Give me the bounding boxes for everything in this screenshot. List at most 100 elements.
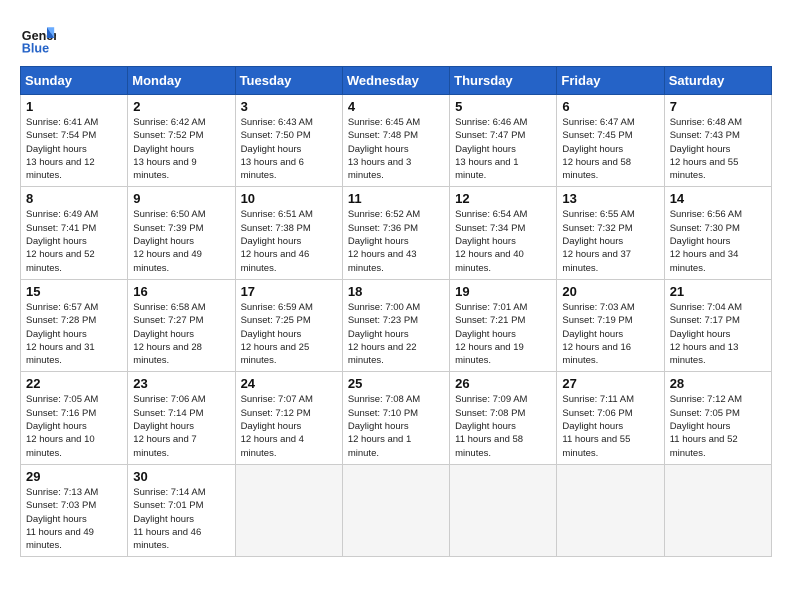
day-number: 25: [348, 376, 444, 391]
day-info: Sunrise: 6:58 AM Sunset: 7:27 PM Dayligh…: [133, 301, 229, 367]
day-info: Sunrise: 6:50 AM Sunset: 7:39 PM Dayligh…: [133, 208, 229, 274]
day-number: 12: [455, 191, 551, 206]
day-number: 18: [348, 284, 444, 299]
day-cell: 3 Sunrise: 6:43 AM Sunset: 7:50 PM Dayli…: [235, 95, 342, 187]
logo-icon: General Blue: [20, 20, 56, 56]
day-cell: 10 Sunrise: 6:51 AM Sunset: 7:38 PM Dayl…: [235, 187, 342, 279]
day-cell: 9 Sunrise: 6:50 AM Sunset: 7:39 PM Dayli…: [128, 187, 235, 279]
day-cell: 14 Sunrise: 6:56 AM Sunset: 7:30 PM Dayl…: [664, 187, 771, 279]
day-info: Sunrise: 7:09 AM Sunset: 7:08 PM Dayligh…: [455, 393, 551, 459]
day-info: Sunrise: 6:55 AM Sunset: 7:32 PM Dayligh…: [562, 208, 658, 274]
day-info: Sunrise: 7:06 AM Sunset: 7:14 PM Dayligh…: [133, 393, 229, 459]
day-cell: 27 Sunrise: 7:11 AM Sunset: 7:06 PM Dayl…: [557, 372, 664, 464]
day-number: 4: [348, 99, 444, 114]
day-number: 20: [562, 284, 658, 299]
day-cell: 8 Sunrise: 6:49 AM Sunset: 7:41 PM Dayli…: [21, 187, 128, 279]
day-info: Sunrise: 6:49 AM Sunset: 7:41 PM Dayligh…: [26, 208, 122, 274]
day-number: 1: [26, 99, 122, 114]
day-info: Sunrise: 6:46 AM Sunset: 7:47 PM Dayligh…: [455, 116, 551, 182]
day-number: 21: [670, 284, 766, 299]
day-number: 19: [455, 284, 551, 299]
day-cell: 25 Sunrise: 7:08 AM Sunset: 7:10 PM Dayl…: [342, 372, 449, 464]
calendar-week-row: 22 Sunrise: 7:05 AM Sunset: 7:16 PM Dayl…: [21, 372, 772, 464]
day-info: Sunrise: 6:52 AM Sunset: 7:36 PM Dayligh…: [348, 208, 444, 274]
day-number: 22: [26, 376, 122, 391]
day-number: 3: [241, 99, 337, 114]
calendar-week-row: 29 Sunrise: 7:13 AM Sunset: 7:03 PM Dayl…: [21, 464, 772, 556]
header-day-sunday: Sunday: [21, 67, 128, 95]
day-number: 24: [241, 376, 337, 391]
day-number: 30: [133, 469, 229, 484]
day-cell: 30 Sunrise: 7:14 AM Sunset: 7:01 PM Dayl…: [128, 464, 235, 556]
day-number: 14: [670, 191, 766, 206]
day-info: Sunrise: 7:01 AM Sunset: 7:21 PM Dayligh…: [455, 301, 551, 367]
calendar-week-row: 15 Sunrise: 6:57 AM Sunset: 7:28 PM Dayl…: [21, 279, 772, 371]
day-number: 7: [670, 99, 766, 114]
header-day-wednesday: Wednesday: [342, 67, 449, 95]
day-info: Sunrise: 7:13 AM Sunset: 7:03 PM Dayligh…: [26, 486, 122, 552]
day-cell: 16 Sunrise: 6:58 AM Sunset: 7:27 PM Dayl…: [128, 279, 235, 371]
day-info: Sunrise: 6:57 AM Sunset: 7:28 PM Dayligh…: [26, 301, 122, 367]
day-cell: 4 Sunrise: 6:45 AM Sunset: 7:48 PM Dayli…: [342, 95, 449, 187]
day-number: 29: [26, 469, 122, 484]
day-cell: 5 Sunrise: 6:46 AM Sunset: 7:47 PM Dayli…: [450, 95, 557, 187]
day-number: 26: [455, 376, 551, 391]
header-day-saturday: Saturday: [664, 67, 771, 95]
empty-cell: [235, 464, 342, 556]
day-info: Sunrise: 6:41 AM Sunset: 7:54 PM Dayligh…: [26, 116, 122, 182]
day-number: 5: [455, 99, 551, 114]
calendar-week-row: 1 Sunrise: 6:41 AM Sunset: 7:54 PM Dayli…: [21, 95, 772, 187]
day-info: Sunrise: 7:14 AM Sunset: 7:01 PM Dayligh…: [133, 486, 229, 552]
day-cell: 7 Sunrise: 6:48 AM Sunset: 7:43 PM Dayli…: [664, 95, 771, 187]
empty-cell: [342, 464, 449, 556]
day-number: 16: [133, 284, 229, 299]
day-number: 2: [133, 99, 229, 114]
header-day-monday: Monday: [128, 67, 235, 95]
day-info: Sunrise: 6:51 AM Sunset: 7:38 PM Dayligh…: [241, 208, 337, 274]
logo: General Blue: [20, 20, 62, 56]
empty-cell: [557, 464, 664, 556]
day-info: Sunrise: 7:11 AM Sunset: 7:06 PM Dayligh…: [562, 393, 658, 459]
day-cell: 19 Sunrise: 7:01 AM Sunset: 7:21 PM Dayl…: [450, 279, 557, 371]
svg-text:Blue: Blue: [22, 41, 49, 55]
day-info: Sunrise: 7:03 AM Sunset: 7:19 PM Dayligh…: [562, 301, 658, 367]
day-info: Sunrise: 6:47 AM Sunset: 7:45 PM Dayligh…: [562, 116, 658, 182]
day-info: Sunrise: 6:59 AM Sunset: 7:25 PM Dayligh…: [241, 301, 337, 367]
day-cell: 18 Sunrise: 7:00 AM Sunset: 7:23 PM Dayl…: [342, 279, 449, 371]
day-number: 27: [562, 376, 658, 391]
empty-cell: [450, 464, 557, 556]
header-day-friday: Friday: [557, 67, 664, 95]
day-info: Sunrise: 6:45 AM Sunset: 7:48 PM Dayligh…: [348, 116, 444, 182]
day-cell: 17 Sunrise: 6:59 AM Sunset: 7:25 PM Dayl…: [235, 279, 342, 371]
day-info: Sunrise: 6:42 AM Sunset: 7:52 PM Dayligh…: [133, 116, 229, 182]
day-number: 23: [133, 376, 229, 391]
day-info: Sunrise: 7:05 AM Sunset: 7:16 PM Dayligh…: [26, 393, 122, 459]
day-info: Sunrise: 6:54 AM Sunset: 7:34 PM Dayligh…: [455, 208, 551, 274]
day-number: 6: [562, 99, 658, 114]
header-day-thursday: Thursday: [450, 67, 557, 95]
day-cell: 29 Sunrise: 7:13 AM Sunset: 7:03 PM Dayl…: [21, 464, 128, 556]
day-cell: 26 Sunrise: 7:09 AM Sunset: 7:08 PM Dayl…: [450, 372, 557, 464]
day-cell: 20 Sunrise: 7:03 AM Sunset: 7:19 PM Dayl…: [557, 279, 664, 371]
day-cell: 22 Sunrise: 7:05 AM Sunset: 7:16 PM Dayl…: [21, 372, 128, 464]
day-number: 11: [348, 191, 444, 206]
day-cell: 15 Sunrise: 6:57 AM Sunset: 7:28 PM Dayl…: [21, 279, 128, 371]
day-cell: 12 Sunrise: 6:54 AM Sunset: 7:34 PM Dayl…: [450, 187, 557, 279]
day-info: Sunrise: 7:04 AM Sunset: 7:17 PM Dayligh…: [670, 301, 766, 367]
calendar-header-row: SundayMondayTuesdayWednesdayThursdayFrid…: [21, 67, 772, 95]
day-cell: 24 Sunrise: 7:07 AM Sunset: 7:12 PM Dayl…: [235, 372, 342, 464]
day-cell: 28 Sunrise: 7:12 AM Sunset: 7:05 PM Dayl…: [664, 372, 771, 464]
day-cell: 13 Sunrise: 6:55 AM Sunset: 7:32 PM Dayl…: [557, 187, 664, 279]
day-cell: 21 Sunrise: 7:04 AM Sunset: 7:17 PM Dayl…: [664, 279, 771, 371]
day-cell: 6 Sunrise: 6:47 AM Sunset: 7:45 PM Dayli…: [557, 95, 664, 187]
calendar-table: SundayMondayTuesdayWednesdayThursdayFrid…: [20, 66, 772, 557]
page-header: General Blue: [20, 20, 772, 56]
calendar-week-row: 8 Sunrise: 6:49 AM Sunset: 7:41 PM Dayli…: [21, 187, 772, 279]
day-number: 8: [26, 191, 122, 206]
day-info: Sunrise: 7:12 AM Sunset: 7:05 PM Dayligh…: [670, 393, 766, 459]
day-info: Sunrise: 7:07 AM Sunset: 7:12 PM Dayligh…: [241, 393, 337, 459]
day-cell: 11 Sunrise: 6:52 AM Sunset: 7:36 PM Dayl…: [342, 187, 449, 279]
day-info: Sunrise: 6:56 AM Sunset: 7:30 PM Dayligh…: [670, 208, 766, 274]
day-info: Sunrise: 6:48 AM Sunset: 7:43 PM Dayligh…: [670, 116, 766, 182]
day-number: 10: [241, 191, 337, 206]
